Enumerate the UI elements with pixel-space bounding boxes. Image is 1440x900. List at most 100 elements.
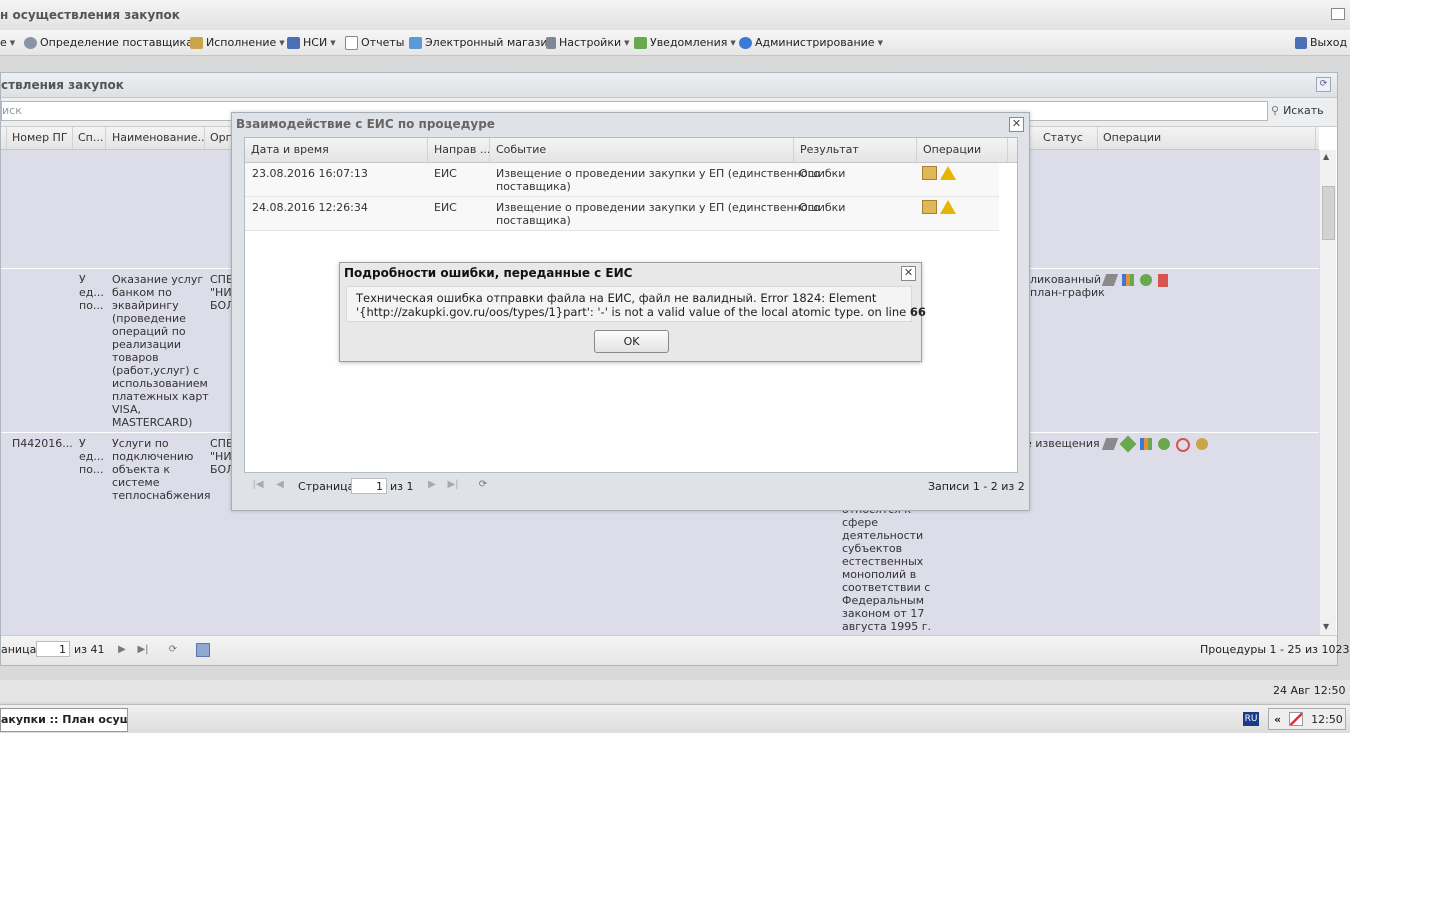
page-total: из 1 bbox=[390, 480, 414, 493]
dialog-title: Взаимодействие с ЕИС по процедуре bbox=[236, 117, 495, 131]
cell-event: Извещение о проведении закупки у ЕП (еди… bbox=[496, 167, 821, 193]
network-warning-icon[interactable] bbox=[1289, 712, 1304, 726]
warning-icon[interactable] bbox=[940, 200, 956, 214]
search-button[interactable]: ⚲ Искать bbox=[1271, 101, 1324, 119]
dialog-pager: |◀ ◀ Страница 1 из 1 ▶ ▶| ⟳ Записи 1 - 2… bbox=[244, 473, 1025, 499]
gear-refresh-icon[interactable] bbox=[1158, 438, 1170, 450]
menu-item-home[interactable]: е ▼ bbox=[0, 35, 15, 50]
column-header-direction[interactable]: Направ ... bbox=[428, 138, 490, 162]
table-row[interactable]: 24.08.2016 12:26:34 ЕИС Извещение о пров… bbox=[245, 197, 999, 231]
cell-datetime: 24.08.2016 12:26:34 bbox=[252, 201, 368, 214]
close-icon[interactable]: ✕ bbox=[1009, 117, 1024, 132]
panel-title: ствления закупок bbox=[1, 78, 124, 92]
warning-icon[interactable] bbox=[940, 166, 956, 180]
last-page-icon[interactable]: ▶| bbox=[137, 644, 149, 656]
ok-button[interactable]: OK bbox=[594, 330, 669, 353]
exit-label: Выход bbox=[1310, 36, 1348, 49]
cell-method: У ед... по... bbox=[79, 273, 104, 312]
menu-item-settings[interactable]: Настройки ▼ bbox=[546, 35, 630, 50]
column-header-plan-number[interactable]: Номер ПГ bbox=[7, 127, 73, 149]
page-label: Страница bbox=[298, 480, 355, 493]
desktop-screen: н осуществления закупок е ▼ Определение п… bbox=[0, 0, 1350, 733]
menu-item-execution[interactable]: Исполнение ▼ bbox=[190, 35, 285, 50]
tag-icon[interactable] bbox=[1119, 435, 1137, 453]
panel-header: ствления закупок ⟳ bbox=[1, 73, 1337, 98]
menu-item-reports[interactable]: Отчеты bbox=[345, 35, 404, 50]
chevron-down-icon: ▼ bbox=[877, 38, 883, 47]
error-message-text: '{http://zakupki.gov.ru/oos/types/1}part… bbox=[356, 305, 907, 319]
package-icon[interactable] bbox=[922, 166, 937, 180]
menu-item-eshop[interactable]: Электронный магазин bbox=[409, 35, 555, 50]
chevron-down-icon: ▼ bbox=[330, 38, 336, 47]
binoculars-icon: ⚲ bbox=[1271, 103, 1280, 117]
column-header-operations[interactable]: Операции bbox=[1098, 127, 1316, 149]
chart-icon[interactable] bbox=[1122, 274, 1134, 286]
menu-item-admin[interactable]: Администрирование ▼ bbox=[739, 35, 883, 50]
scroll-down-icon[interactable]: ▼ bbox=[1323, 622, 1329, 631]
document-icon[interactable] bbox=[1158, 274, 1168, 287]
tray-clock[interactable]: 12:50 bbox=[1311, 713, 1343, 726]
column-header-result[interactable]: Результат bbox=[794, 138, 917, 162]
app-title: н осуществления закупок bbox=[0, 8, 180, 22]
cell-status: е извещения bbox=[1025, 437, 1100, 450]
report-icon bbox=[345, 35, 358, 50]
row-operations bbox=[922, 200, 956, 214]
column-header-method[interactable]: Сп... bbox=[73, 127, 106, 149]
scroll-thumb[interactable] bbox=[1322, 186, 1335, 240]
pager-summary: Записи 1 - 2 из 2 bbox=[928, 480, 1025, 493]
column-header-datetime[interactable]: Дата и время bbox=[245, 138, 428, 162]
error-message-line: '{http://zakupki.gov.ru/oos/types/1}part… bbox=[356, 305, 926, 319]
emblem-icon[interactable] bbox=[1196, 438, 1208, 450]
menu-label: е bbox=[0, 36, 7, 49]
edit-pencil-icon[interactable] bbox=[1101, 438, 1119, 450]
tray-expand-icon[interactable]: « bbox=[1274, 713, 1281, 726]
page-number-input[interactable]: 1 bbox=[351, 478, 387, 494]
chart-icon[interactable] bbox=[1140, 438, 1152, 450]
scroll-up-icon[interactable]: ▲ bbox=[1323, 152, 1329, 161]
menu-item-nsi[interactable]: НСИ ▼ bbox=[287, 35, 336, 50]
menu-item-notifications[interactable]: Уведомления ▼ bbox=[634, 35, 736, 50]
close-icon[interactable]: ✕ bbox=[901, 266, 916, 281]
dialog-title: Подробности ошибки, переданные с ЕИС bbox=[344, 266, 633, 280]
cell-method: У ед... по... bbox=[79, 437, 104, 476]
page-number-input[interactable]: 1 bbox=[36, 641, 70, 657]
row-operations bbox=[922, 166, 956, 180]
row-operations bbox=[1101, 274, 1168, 287]
refresh-tool-icon[interactable]: ⟳ bbox=[1316, 77, 1331, 92]
prev-page-icon[interactable]: ◀ bbox=[274, 479, 286, 491]
menu-label: Уведомления bbox=[650, 36, 728, 49]
cell-status: ликованный план-график bbox=[1030, 273, 1105, 299]
column-header-event[interactable]: Событие bbox=[490, 138, 794, 162]
language-indicator[interactable]: RU bbox=[1243, 712, 1259, 726]
next-page-icon[interactable]: ▶ bbox=[426, 479, 438, 491]
table-row[interactable]: 23.08.2016 16:07:13 ЕИС Извещение о пров… bbox=[245, 163, 999, 197]
cell-direction: ЕИС bbox=[434, 167, 457, 180]
exit-icon bbox=[1295, 36, 1307, 49]
menu-item-supplier[interactable]: Определение поставщика▼ bbox=[24, 35, 201, 50]
taskbar-window-button[interactable]: акупки :: План осущ... bbox=[0, 708, 128, 732]
refresh-icon[interactable]: ⟳ bbox=[167, 644, 179, 656]
last-page-icon[interactable]: ▶| bbox=[447, 479, 459, 491]
exit-button[interactable]: Выход bbox=[1295, 35, 1347, 50]
pager-summary: Процедуры 1 - 25 из 1023 bbox=[1200, 643, 1350, 656]
column-header-org[interactable]: Орга bbox=[205, 127, 234, 149]
vertical-scrollbar[interactable]: ▲ ▼ bbox=[1319, 150, 1336, 635]
package-icon[interactable] bbox=[922, 200, 937, 214]
cell-direction: ЕИС bbox=[434, 201, 457, 214]
cancel-circle-icon[interactable] bbox=[1176, 438, 1190, 452]
first-page-icon[interactable]: |◀ bbox=[252, 479, 264, 491]
next-page-icon[interactable]: ▶ bbox=[116, 644, 128, 656]
chevron-down-icon: ▼ bbox=[730, 38, 736, 47]
user-icon bbox=[739, 36, 752, 49]
menu-label: Администрирование bbox=[755, 36, 875, 49]
gear-refresh-icon[interactable] bbox=[1140, 274, 1152, 286]
column-header-operations[interactable]: Операции bbox=[917, 138, 1008, 162]
save-disk-icon[interactable] bbox=[196, 643, 210, 657]
box-icon bbox=[190, 36, 203, 49]
edit-pencil-icon[interactable] bbox=[1101, 274, 1119, 286]
grid-pager: аница 1 из 41 ▶ ▶| ⟳ Процедуры 1 - 25 из… bbox=[1, 635, 1349, 665]
column-header-name[interactable]: Наименование... bbox=[107, 127, 205, 149]
column-header-status[interactable]: Статус bbox=[1038, 127, 1098, 149]
maximize-icon[interactable] bbox=[1331, 8, 1345, 20]
refresh-icon[interactable]: ⟳ bbox=[477, 479, 489, 491]
